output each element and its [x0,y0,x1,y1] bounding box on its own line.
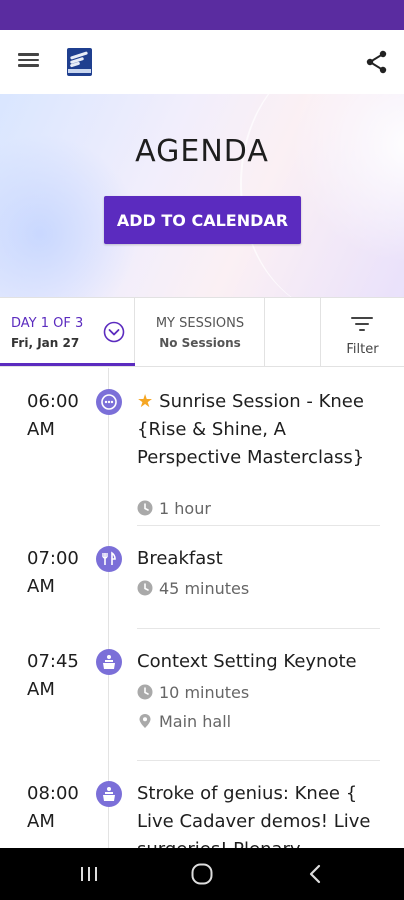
session-time: 08:00 AM [27,783,79,832]
duration-text: 10 minutes [159,683,250,702]
filter-icon [350,314,374,334]
agenda-tabs: DAY 1 OF 3 Fri, Jan 27 MY SESSIONS No Se… [0,297,404,367]
share-icon[interactable] [364,49,390,75]
dining-icon [96,546,122,572]
clock-icon [137,500,153,516]
home-icon[interactable] [189,862,215,886]
podium-icon [96,781,122,807]
session-item[interactable]: 06:00 AM ★ Sunrise Session - Knee {Rise &… [0,388,404,528]
session-location: Main hall [137,711,231,733]
session-time: 06:00 AM [27,391,79,440]
chevron-down-circle-icon[interactable] [103,321,125,343]
filter-button[interactable]: Filter [321,298,404,366]
divider [137,760,380,761]
session-title: Stroke of genius: Knee { Live Cadaver de… [137,783,371,848]
hamburger-menu-icon[interactable] [18,50,44,74]
session-duration: 10 minutes [137,682,249,704]
filter-label: Filter [346,342,379,357]
session-list: 06:00 AM ★ Sunrise Session - Knee {Rise &… [0,368,404,848]
back-icon[interactable] [303,862,329,886]
day-date: Fri, Jan 27 [11,336,80,350]
divider [137,525,380,526]
my-sessions-label: MY SESSIONS [155,316,245,331]
session-item[interactable]: 07:00 AM Breakfast 45 minutes [0,545,404,631]
active-tab-indicator [0,363,135,366]
clock-icon [137,684,153,700]
isakos-logo [67,48,92,76]
session-item[interactable]: 07:45 AM Context Setting Keynote 10 minu… [0,648,404,763]
session-time: 07:00 AM [27,548,79,597]
add-to-calendar-button[interactable]: ADD TO CALENDAR [104,196,301,244]
session-time: 07:45 AM [27,651,79,700]
status-bar [0,0,404,30]
session-title: Breakfast [137,548,223,569]
system-nav-bar [0,848,404,900]
page-title: AGENDA [135,134,269,169]
duration-text: 45 minutes [159,579,250,598]
duration-text: 1 hour [159,499,211,518]
session-duration: 1 hour [137,498,211,520]
session-item[interactable]: 08:00 AM Stroke of genius: Knee { Live C… [0,780,404,848]
location-pin-icon [137,713,153,729]
star-icon[interactable]: ★ [137,391,153,412]
my-sessions-count: No Sessions [159,336,241,350]
session-title-text: Sunrise Session - Knee {Rise & Shine, A … [137,391,365,468]
more-circle-icon [96,389,122,415]
recent-apps-icon[interactable] [76,862,102,886]
day-label: DAY 1 OF 3 [11,316,84,331]
tab-spacer [265,298,321,366]
session-title: ★ Sunrise Session - Knee {Rise & Shine, A… [137,388,382,472]
tab-day-selector[interactable]: DAY 1 OF 3 Fri, Jan 27 [0,298,135,366]
podium-icon [96,649,122,675]
tab-my-sessions[interactable]: MY SESSIONS No Sessions [135,298,265,366]
location-text: Main hall [159,712,232,731]
app-top-bar [0,30,404,94]
session-duration: 45 minutes [137,578,249,600]
clock-icon [137,580,153,596]
agenda-hero: AGENDA ADD TO CALENDAR [0,94,404,297]
session-title: Context Setting Keynote [137,651,357,672]
divider [137,628,380,629]
